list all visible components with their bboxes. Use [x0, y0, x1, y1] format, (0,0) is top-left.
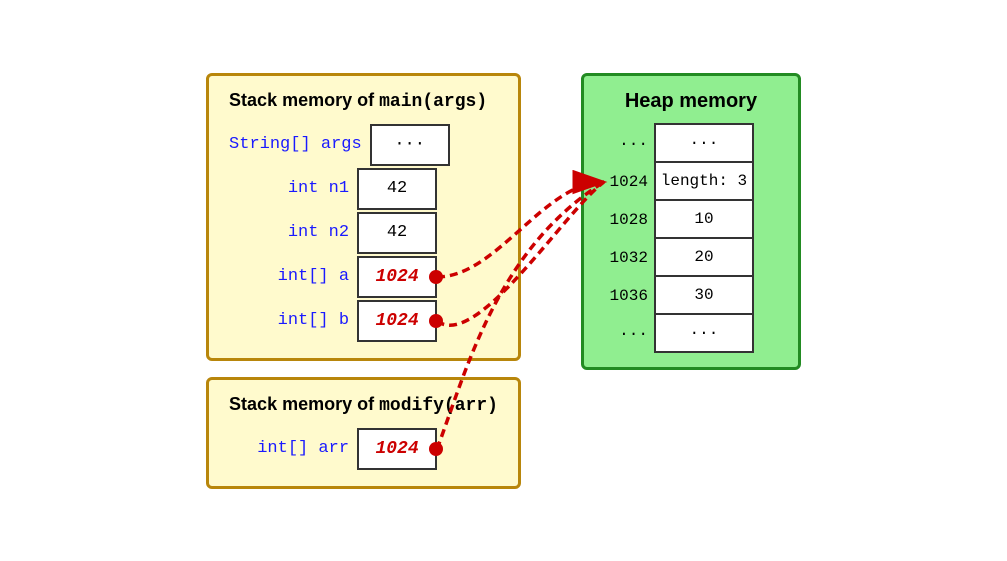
- modify-stack-rows: int[] arr 1024: [229, 428, 498, 472]
- list-item: ··· ···: [604, 125, 778, 163]
- heap-cell-1036: 30: [654, 275, 754, 315]
- heap-addr-1036: 1036: [604, 287, 654, 305]
- var-cell-b: 1024: [357, 300, 437, 342]
- heap-cell-end: ···: [654, 313, 754, 353]
- pointer-dot-a: [429, 270, 443, 284]
- list-item: 1036 30: [604, 277, 778, 315]
- main-stack-title-text: Stack memory: [229, 90, 352, 110]
- table-row: int[] arr 1024: [229, 428, 498, 470]
- modify-stack-box: Stack memory of modify(arr) int[] arr 10…: [206, 377, 521, 489]
- table-row: int n1 42: [229, 168, 498, 210]
- var-label-a: int[] a: [229, 267, 349, 286]
- pointer-dot-b: [429, 314, 443, 328]
- heap-cell-0: ···: [654, 123, 754, 163]
- list-item: 1024 length: 3: [604, 163, 778, 201]
- heap-cell-1032: 20: [654, 237, 754, 277]
- heap-addr-1024: 1024: [604, 173, 654, 191]
- heap-box: Heap memory ··· ··· 1024 length: 3 1028 …: [581, 73, 801, 370]
- modify-stack-title-code: modify(arr): [379, 396, 498, 416]
- heap-cell-1024: length: 3: [654, 161, 754, 201]
- heap-title: Heap memory: [604, 90, 778, 113]
- pointer-dot-arr: [429, 442, 443, 456]
- list-item: ··· ···: [604, 315, 778, 353]
- heap-addr-1032: 1032: [604, 249, 654, 267]
- main-stack-title: Stack memory of main(args): [229, 90, 498, 112]
- list-item: 1032 20: [604, 239, 778, 277]
- var-label-n1: int n1: [229, 179, 349, 198]
- modify-stack-title-text: Stack memory: [229, 394, 352, 414]
- heap-addr-1028: 1028: [604, 211, 654, 229]
- var-label-n2: int n2: [229, 223, 349, 242]
- var-label-b: int[] b: [229, 311, 349, 330]
- heap-addr-0: ···: [604, 135, 654, 153]
- table-row: int n2 42: [229, 212, 498, 254]
- var-label-arr: int[] arr: [229, 439, 349, 458]
- var-cell-n1: 42: [357, 168, 437, 210]
- table-row: String[] args ···: [229, 124, 498, 166]
- table-row: int[] b 1024: [229, 300, 498, 342]
- table-row: int[] a 1024: [229, 256, 498, 298]
- var-cell-arr: 1024: [357, 428, 437, 470]
- list-item: 1028 10: [604, 201, 778, 239]
- var-label-args: String[] args: [229, 135, 362, 154]
- modify-stack-title: Stack memory of modify(arr): [229, 394, 498, 416]
- var-cell-args: ···: [370, 124, 450, 166]
- var-cell-a: 1024: [357, 256, 437, 298]
- main-stack-box: Stack memory of main(args) String[] args…: [206, 73, 521, 361]
- heap-rows: ··· ··· 1024 length: 3 1028 10 1032 20 1…: [604, 125, 778, 353]
- heap-cell-1028: 10: [654, 199, 754, 239]
- main-stack-title-code: main(args): [379, 92, 487, 112]
- heap-addr-end: ···: [604, 325, 654, 343]
- main-stack-rows: String[] args ··· int n1 42 int n2 42 in…: [229, 124, 498, 344]
- var-cell-n2: 42: [357, 212, 437, 254]
